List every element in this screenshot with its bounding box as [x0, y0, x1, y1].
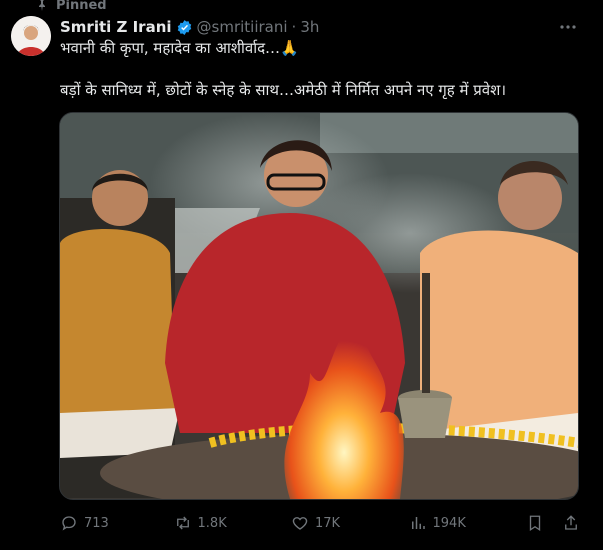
tweet-actions: 713 1.8K 17K 194K [60, 512, 580, 534]
avatar[interactable] [11, 16, 51, 56]
repost-icon [176, 516, 189, 530]
secondary-actions [526, 514, 580, 532]
pinned-indicator: Pinned [36, 0, 107, 13]
author-handle[interactable]: @smritiirani [197, 18, 288, 36]
like-count: 17K [315, 515, 341, 531]
tweet-photo[interactable] [59, 112, 579, 500]
pin-icon [39, 0, 45, 11]
reply-button[interactable]: 713 [60, 514, 174, 532]
reply-icon [62, 516, 76, 531]
bookmark-icon[interactable] [526, 514, 544, 532]
heart-icon [292, 517, 308, 530]
separator-dot: · [291, 18, 297, 36]
views-chart-icon [411, 517, 425, 529]
author-name[interactable]: Smriti Z Irani [60, 18, 172, 36]
views-button[interactable]: 194K [409, 514, 527, 532]
reply-count: 713 [84, 515, 109, 531]
more-options-icon[interactable] [559, 18, 577, 40]
avatar-image [11, 16, 51, 56]
timestamp[interactable]: 3h [300, 18, 319, 36]
tweet-header: Smriti Z Irani @smritiirani · 3h [60, 17, 319, 37]
repost-button[interactable]: 1.8K [174, 514, 292, 532]
repost-count: 1.8K [197, 515, 227, 531]
share-icon[interactable] [562, 514, 580, 532]
views-count: 194K [432, 515, 466, 531]
tweet-text-line-2: बड़ों के सानिध्य में, छोटों के स्नेह के … [60, 81, 507, 99]
tweet-text-line-1: भवानी की कृपा, महादेव का आशीर्वाद…🙏 [60, 39, 299, 57]
verified-badge-icon [177, 19, 191, 35]
like-button[interactable]: 17K [291, 514, 409, 532]
pinned-label: Pinned [56, 0, 107, 13]
ceremony-illustration [60, 113, 578, 499]
